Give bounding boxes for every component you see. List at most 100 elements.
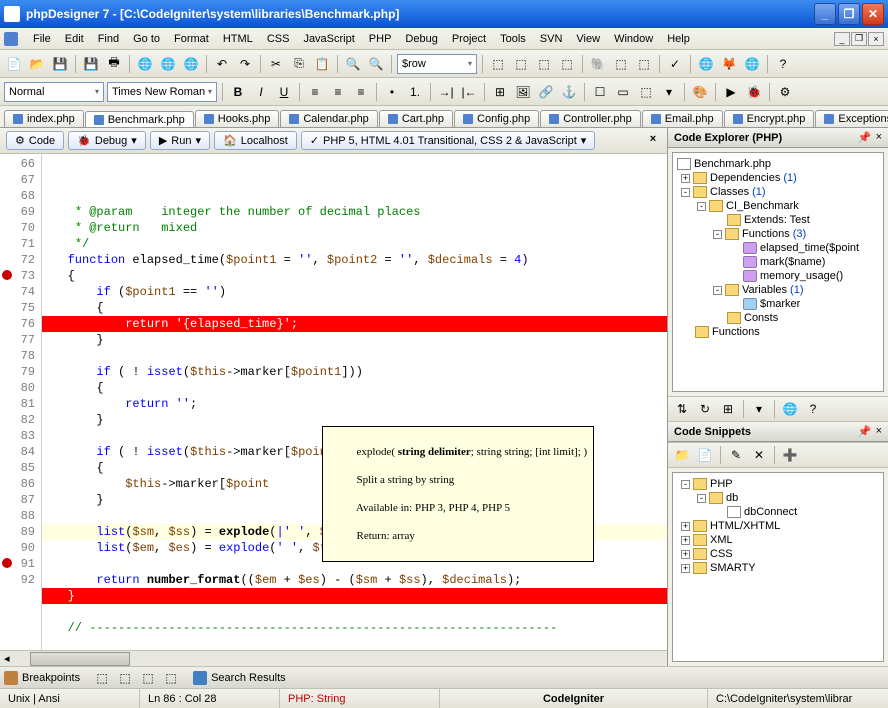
breakpoint-marker[interactable]	[2, 558, 12, 568]
tb-misc-icon[interactable]: ⬚	[488, 54, 508, 74]
debug-icon[interactable]: 🐞	[744, 82, 764, 102]
replace-icon[interactable]: 🔍	[366, 54, 386, 74]
color-icon[interactable]: 🎨	[690, 82, 710, 102]
bt-icon2[interactable]: ⬚	[115, 668, 135, 688]
outdent-icon[interactable]: |←	[459, 82, 479, 102]
code-line[interactable]	[42, 604, 667, 620]
save-all-icon[interactable]: 💾	[81, 54, 101, 74]
button-icon[interactable]: ⬚	[636, 82, 656, 102]
font-combo[interactable]: Times New Roman	[107, 82, 217, 102]
menu-css[interactable]: CSS	[260, 31, 297, 47]
code-line[interactable]: */	[42, 236, 667, 252]
style-combo[interactable]: Normal	[4, 82, 104, 102]
bt-icon4[interactable]: ⬚	[161, 668, 181, 688]
app-menu-icon[interactable]	[4, 32, 18, 46]
align-right-icon[interactable]: ≡	[351, 82, 371, 102]
tb-html-icon[interactable]: ⬚	[611, 54, 631, 74]
menu-view[interactable]: View	[569, 31, 607, 47]
menu-help[interactable]: Help	[660, 31, 697, 47]
italic-icon[interactable]: I	[251, 82, 271, 102]
run-button[interactable]: ▶Run ▾	[150, 131, 210, 150]
code-line[interactable]: }	[42, 332, 667, 348]
code-line[interactable]: {	[42, 300, 667, 316]
tb-misc4-icon[interactable]: ⬚	[557, 54, 577, 74]
file-tab[interactable]: Controller.php	[540, 110, 641, 127]
code-explorer-tree[interactable]: Benchmark.php +Dependencies (1)-Classes …	[672, 152, 884, 392]
edit-icon[interactable]: ✎	[726, 445, 746, 465]
file-tab[interactable]: Email.php	[642, 110, 723, 127]
file-tab[interactable]: index.php	[4, 110, 84, 127]
code-line[interactable]: * @return mixed	[42, 220, 667, 236]
tree-node[interactable]: -PHP	[677, 477, 879, 491]
tree-node[interactable]: Extends: Test	[677, 213, 879, 227]
delete-icon[interactable]: ✕	[749, 445, 769, 465]
menu-format[interactable]: Format	[167, 31, 216, 47]
tree-node[interactable]: $marker	[677, 297, 879, 311]
bt-icon3[interactable]: ⬚	[138, 668, 158, 688]
code-line[interactable]: return '{elapsed_time}';	[42, 316, 667, 332]
code-editor[interactable]: 6667686970717273747576777879808182838485…	[0, 154, 667, 650]
menu-svn[interactable]: SVN	[533, 31, 570, 47]
localhost-button[interactable]: 🏠Localhost	[214, 131, 297, 150]
find-icon[interactable]: 🔍	[343, 54, 363, 74]
editor-close-button[interactable]: ×	[645, 133, 661, 149]
menu-php[interactable]: PHP	[362, 31, 399, 47]
mdi-close-button[interactable]: ×	[868, 32, 884, 46]
tb-php-icon[interactable]: 🐘	[588, 54, 608, 74]
help2-icon[interactable]: ?	[803, 399, 823, 419]
table-icon[interactable]: ⊞	[490, 82, 510, 102]
tree-node[interactable]: +HTML/XHTML	[677, 519, 879, 533]
anchor-icon[interactable]: ⚓	[559, 82, 579, 102]
form-icon[interactable]: ☐	[590, 82, 610, 102]
breakpoints-tab[interactable]: Breakpoints	[4, 671, 80, 685]
globe3-icon[interactable]: 🌐	[181, 54, 201, 74]
new-file-icon[interactable]: 📄	[4, 54, 24, 74]
refresh-icon[interactable]: ↻	[695, 399, 715, 419]
tree-toggle-icon[interactable]: +	[681, 536, 690, 545]
tree-toggle-icon[interactable]: -	[713, 230, 722, 239]
cut-icon[interactable]: ✂	[266, 54, 286, 74]
code-line[interactable]: return number_format(($em + $es) - ($sm …	[42, 572, 667, 588]
tree-node[interactable]: dbConnect	[677, 505, 879, 519]
menu-file[interactable]: File	[26, 31, 58, 47]
file-tab[interactable]: Encrypt.php	[724, 110, 815, 127]
code-line[interactable]: }	[42, 588, 667, 604]
open-file-icon[interactable]: 📂	[27, 54, 47, 74]
maximize-button[interactable]: ❐	[838, 3, 860, 25]
tree-node[interactable]: memory_usage()	[677, 269, 879, 283]
options-icon[interactable]: ⚙	[775, 82, 795, 102]
panel-close-icon[interactable]: ×	[876, 425, 882, 438]
bold-icon[interactable]: B	[228, 82, 248, 102]
indent-icon[interactable]: →|	[436, 82, 456, 102]
code-line[interactable]: return '';	[42, 396, 667, 412]
menu-html[interactable]: HTML	[216, 31, 260, 47]
doctype-button[interactable]: ✓PHP 5, HTML 4.01 Transitional, CSS 2 & …	[301, 131, 595, 150]
expand-icon[interactable]: ⊞	[718, 399, 738, 419]
menu-tools[interactable]: Tools	[493, 31, 533, 47]
insert-icon[interactable]: ➕	[780, 445, 800, 465]
pin-icon[interactable]: 📌	[858, 131, 872, 144]
tree-node[interactable]: -Variables (1)	[677, 283, 879, 297]
file-tab[interactable]: Exceptions.php	[815, 110, 888, 127]
list-ol-icon[interactable]: 1.	[405, 82, 425, 102]
tb-validate-icon[interactable]: ✓	[665, 54, 685, 74]
tree-root[interactable]: Benchmark.php	[677, 157, 879, 171]
tree-toggle-icon[interactable]: +	[681, 564, 690, 573]
menu-find[interactable]: Find	[91, 31, 126, 47]
code-line[interactable]: function elapsed_time($point1 = '', $poi…	[42, 252, 667, 268]
tree-toggle-icon[interactable]: -	[713, 286, 722, 295]
row-combo[interactable]: $row	[397, 54, 477, 74]
close-button[interactable]: ✕	[862, 3, 884, 25]
paste-icon[interactable]: 📋	[312, 54, 332, 74]
breakpoint-marker[interactable]	[2, 270, 12, 280]
menu-project[interactable]: Project	[445, 31, 493, 47]
tree-node[interactable]: -Functions (3)	[677, 227, 879, 241]
underline-icon[interactable]: U	[274, 82, 294, 102]
menu-javascript[interactable]: JavaScript	[296, 31, 361, 47]
tree-node[interactable]: -Classes (1)	[677, 185, 879, 199]
image-icon[interactable]: 🖼	[513, 82, 533, 102]
code-line[interactable]: {	[42, 380, 667, 396]
sort-icon[interactable]: ⇅	[672, 399, 692, 419]
file-tab[interactable]: Hooks.php	[195, 110, 280, 127]
tree-node[interactable]: -db	[677, 491, 879, 505]
